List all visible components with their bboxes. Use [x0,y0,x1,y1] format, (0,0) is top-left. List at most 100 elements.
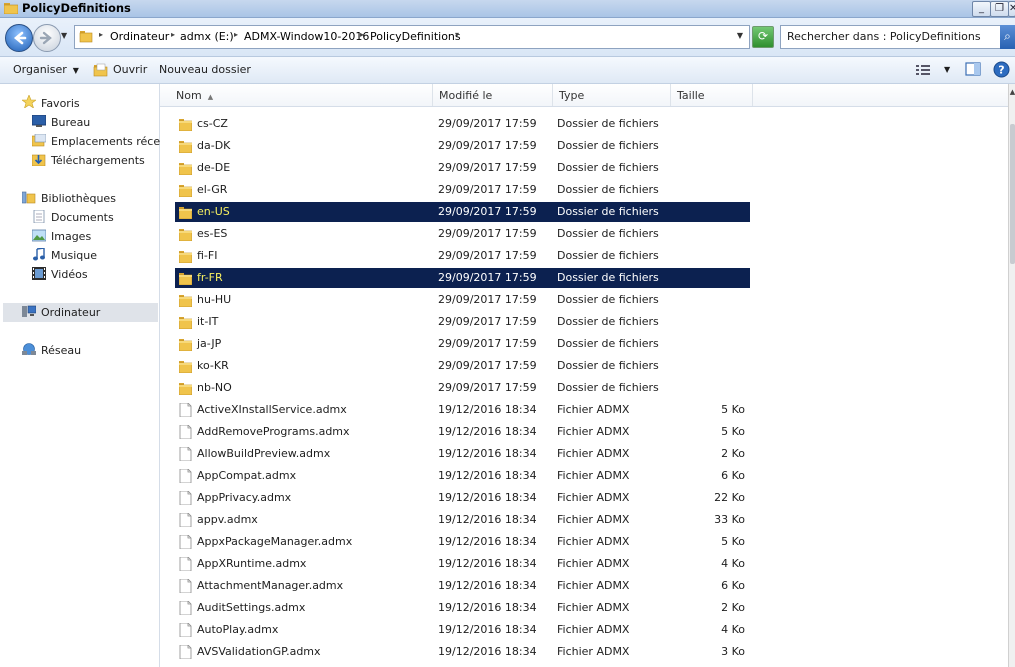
table-row[interactable]: cs-CZ 29/09/2017 17:59 Dossier de fichiers [175,114,750,134]
scroll-thumb[interactable] [1010,124,1015,264]
column-size-header[interactable]: Taille [671,84,753,106]
breadcrumb-separator-icon[interactable]: ▸ [99,30,103,39]
file-name: AttachmentManager.admx [197,579,344,592]
sidebar-item-favorites[interactable]: Favoris [41,97,80,110]
sidebar-item-libraries[interactable]: Bibliothèques [41,192,116,205]
table-row[interactable]: de-DE 29/09/2017 17:59 Dossier de fichiers [175,158,750,178]
folder-icon [179,361,192,373]
file-modified: 29/09/2017 17:59 [438,381,537,394]
folder-icon [179,141,192,153]
breadcrumb-admx-folder[interactable]: ADMX-Window10-2016 [244,30,369,43]
table-row[interactable]: it-IT 29/09/2017 17:59 Dossier de fichiers [175,312,750,332]
table-row[interactable]: es-ES 29/09/2017 17:59 Dossier de fichiers [175,224,750,244]
forward-button[interactable] [33,24,61,52]
table-row[interactable]: AppPrivacy.admx 19/12/2016 18:34 Fichier A… [175,488,750,508]
file-type: Dossier de fichiers [557,139,659,152]
sidebar-item-videos[interactable]: Vidéos [51,268,88,281]
sidebar-item-computer[interactable]: Ordinateur [41,306,100,319]
table-row[interactable]: appv.admx 19/12/2016 18:34 Fichier ADMX 33 … [175,510,750,530]
folder-icon [179,383,192,395]
column-name-label: Nom [176,89,202,102]
table-row[interactable]: hu-HU 29/09/2017 17:59 Dossier de fichiers [175,290,750,310]
file-type: Dossier de fichiers [557,359,659,372]
file-icon [179,645,192,659]
table-row[interactable]: AddRemovePrograms.admx 19/12/2016 18:34 Fi… [175,422,750,442]
table-row[interactable]: AppxPackageManager.admx 19/12/2016 18:34 F… [175,532,750,552]
search-input[interactable]: Rechercher dans : PolicyDefinitions [780,25,1002,49]
table-row[interactable]: nb-NO 29/09/2017 17:59 Dossier de fichiers [175,378,750,398]
sidebar-item-desktop[interactable]: Bureau [51,116,90,129]
sidebar-item-network[interactable]: Réseau [41,344,81,357]
table-row[interactable]: AttachmentManager.admx 19/12/2016 18:34 Fi… [175,576,750,596]
file-modified: 19/12/2016 18:34 [438,535,537,548]
table-row[interactable]: en-US 29/09/2017 17:59 Dossier de fichiers [175,202,750,222]
file-name: cs-CZ [197,117,228,130]
breadcrumb-separator-icon[interactable]: ▾ [455,30,459,39]
sidebar-item-images[interactable]: Images [51,230,91,243]
help-icon[interactable]: ? [993,61,1010,78]
minimize-button[interactable]: _ [972,1,991,17]
downloads-icon [32,154,46,166]
videos-icon [32,267,46,280]
sidebar-item-documents[interactable]: Documents [51,211,114,224]
folder-icon [179,295,192,307]
window-title: PolicyDefinitions [22,1,131,15]
breadcrumb-computer[interactable]: Ordinateur [110,30,169,43]
organize-button[interactable]: Organiser ▼ [13,63,79,76]
file-size: 22 Ko [714,491,745,504]
scroll-up-icon[interactable]: ▲ [1009,88,1015,96]
file-modified: 29/09/2017 17:59 [438,183,537,196]
sidebar-item-music[interactable]: Musique [51,249,97,262]
close-button[interactable]: ✕ [1008,1,1015,17]
search-icon[interactable]: ⌕ [1000,25,1015,49]
table-row[interactable]: ko-KR 29/09/2017 17:59 Dossier de fichiers [175,356,750,376]
column-type-header[interactable]: Type [553,84,671,106]
breadcrumb-separator-icon[interactable]: ▸ [171,30,175,39]
sidebar-item-downloads[interactable]: Téléchargements [51,154,145,167]
back-button[interactable] [5,24,33,52]
table-row[interactable]: da-DK 29/09/2017 17:59 Dossier de fichiers [175,136,750,156]
back-arrow-icon [13,31,27,45]
breadcrumb-separator-icon[interactable]: ▸ [234,30,238,39]
file-modified: 29/09/2017 17:59 [438,337,537,350]
restore-button[interactable]: ❐ [990,1,1009,17]
table-row[interactable]: AppXRuntime.admx 19/12/2016 18:34 Fichier … [175,554,750,574]
table-row[interactable]: el-GR 29/09/2017 17:59 Dossier de fichiers [175,180,750,200]
breadcrumb-drive[interactable]: admx (E:) [180,30,234,43]
breadcrumb-policydefinitions[interactable]: PolicyDefinitions [370,30,461,43]
file-name: nb-NO [197,381,232,394]
refresh-button[interactable]: ⟳ [752,26,774,48]
command-bar: Organiser ▼ Ouvrir Nouveau dossier ▼ ? [0,57,1015,84]
svg-text:?: ? [998,64,1004,77]
table-row[interactable]: fr-FR 29/09/2017 17:59 Dossier de fichiers [175,268,750,288]
file-type: Dossier de fichiers [557,161,659,174]
file-name: de-DE [197,161,231,174]
column-name-header[interactable]: Nom ▲ [170,84,433,106]
view-options-icon[interactable] [916,64,930,76]
file-type: Fichier ADMX [557,579,630,592]
vertical-scrollbar[interactable]: ▲ [1008,84,1015,667]
file-name: AppXRuntime.admx [197,557,307,570]
breadcrumb-separator-icon[interactable]: ▸ [360,30,364,39]
preview-pane-icon[interactable] [965,62,981,76]
table-row[interactable]: ActiveXInstallService.admx 19/12/2016 18:… [175,400,750,420]
table-row[interactable]: ja-JP 29/09/2017 17:59 Dossier de fichiers [175,334,750,354]
address-dropdown-icon[interactable]: ▼ [737,31,743,40]
folder-icon [179,119,192,131]
table-row[interactable]: AVSValidationGP.admx 19/12/2016 18:34 Fich… [175,642,750,662]
column-modified-header[interactable]: Modifié le [433,84,553,106]
history-dropdown-icon[interactable]: ▼ [61,31,67,40]
file-modified: 29/09/2017 17:59 [438,293,537,306]
sidebar-item-recent[interactable]: Emplacements récents [51,135,177,148]
table-row[interactable]: AllowBuildPreview.admx 19/12/2016 18:34 Fi… [175,444,750,464]
table-row[interactable]: fi-FI 29/09/2017 17:59 Dossier de fichiers [175,246,750,266]
new-folder-button[interactable]: Nouveau dossier [159,63,251,76]
table-row[interactable]: AuditSettings.admx 19/12/2016 18:34 Fichie… [175,598,750,618]
table-row[interactable]: AppCompat.admx 19/12/2016 18:34 Fichier AD… [175,466,750,486]
file-modified: 19/12/2016 18:34 [438,491,537,504]
file-size: 33 Ko [714,513,745,526]
view-dropdown-icon[interactable]: ▼ [944,65,950,74]
open-button[interactable]: Ouvrir [113,63,147,76]
address-box[interactable]: ▸ Ordinateur ▸ admx (E:) ▸ ADMX-Window10… [74,25,750,49]
table-row[interactable]: AutoPlay.admx 19/12/2016 18:34 Fichier ADM… [175,620,750,640]
